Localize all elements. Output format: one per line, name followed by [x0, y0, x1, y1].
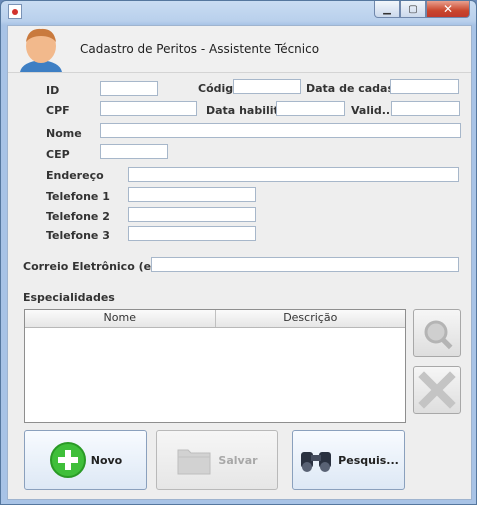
page-title: Cadastro de Peritos - Assistente Técnico [80, 42, 320, 56]
telefone3-field[interactable] [128, 226, 256, 241]
app-window: ▁ ▢ ✕ Cadastro de Peritos - Assistente T… [0, 0, 477, 505]
id-field[interactable] [100, 81, 158, 96]
magnifier-icon [424, 320, 453, 350]
nome-label: Nome [46, 127, 82, 140]
binoculars-icon [301, 452, 332, 472]
column-header-nome[interactable]: Nome [25, 310, 216, 327]
data-habilitacao-field[interactable] [276, 101, 345, 116]
header-panel: Cadastro de Peritos - Assistente Técnico [8, 26, 471, 73]
remove-especialidade-button[interactable] [413, 366, 461, 414]
add-especialidade-button[interactable] [413, 309, 461, 357]
person-avatar-icon [16, 26, 66, 72]
cpf-label: CPF [46, 104, 70, 117]
endereco-field[interactable] [128, 167, 459, 182]
salvar-button[interactable]: Salvar [156, 430, 278, 490]
cep-field[interactable] [100, 144, 168, 159]
pesquisar-button[interactable]: Pesquis... [292, 430, 405, 490]
close-button[interactable]: ✕ [426, 1, 470, 18]
telefone1-field[interactable] [128, 187, 256, 202]
telefone2-field[interactable] [128, 207, 256, 222]
especialidades-label: Especialidades [23, 291, 115, 304]
endereco-label: Endereço [46, 169, 104, 182]
telefone3-label: Telefone 3 [46, 229, 110, 242]
salvar-button-label: Salvar [218, 453, 258, 467]
data-habilitacao-label: Data habilitação [206, 104, 276, 117]
especialidades-table[interactable]: Nome Descrição [24, 309, 406, 423]
main-panel: Cadastro de Peritos - Assistente Técnico… [7, 25, 472, 500]
delete-x-icon [418, 371, 456, 409]
email-field[interactable] [151, 257, 459, 272]
column-header-descricao[interactable]: Descrição [216, 310, 406, 327]
nome-field[interactable] [100, 123, 461, 138]
novo-button[interactable]: Novo [24, 430, 147, 490]
title-bar: ▁ ▢ ✕ [1, 1, 476, 21]
minimize-button[interactable]: ▁ [374, 1, 400, 18]
validade-field[interactable] [391, 101, 460, 116]
java-app-icon [8, 4, 22, 19]
table-header: Nome Descrição [25, 310, 405, 328]
telefone2-label: Telefone 2 [46, 210, 110, 223]
id-label: ID [46, 84, 60, 97]
cep-label: CEP [46, 148, 70, 161]
data-cadastro-field[interactable] [390, 79, 459, 94]
window-controls: ▁ ▢ ✕ [374, 1, 470, 18]
plus-circle-icon [49, 442, 86, 478]
maximize-button[interactable]: ▢ [400, 1, 426, 18]
pesquisar-button-label: Pesquis... [338, 453, 399, 467]
telefone1-label: Telefone 1 [46, 190, 110, 203]
validade-label: Valid... [351, 104, 395, 117]
cpf-field[interactable] [100, 101, 197, 116]
novo-button-label: Novo [90, 453, 123, 467]
codigo-field[interactable] [233, 79, 301, 94]
folder-icon [177, 449, 211, 475]
